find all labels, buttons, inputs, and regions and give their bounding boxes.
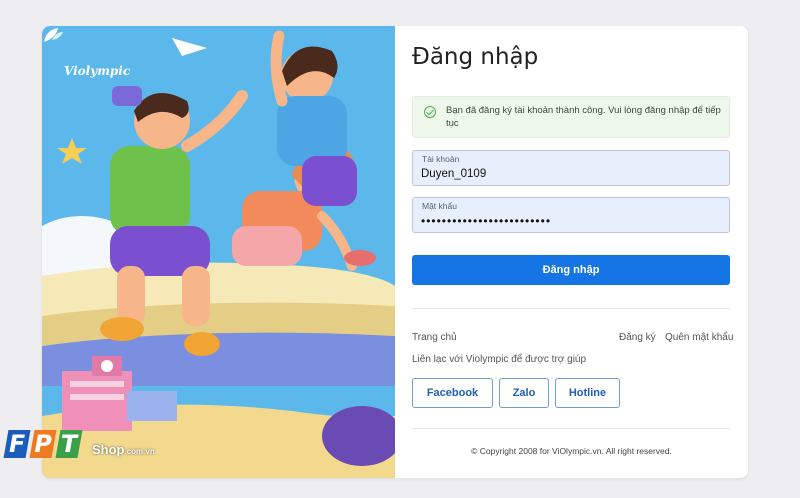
username-label: Tài khoản: [422, 154, 460, 164]
violympic-logo: Violympic: [64, 64, 131, 78]
password-input[interactable]: [421, 213, 721, 229]
username-field[interactable]: Tài khoản: [412, 150, 730, 186]
illustration-panel: Violympic: [42, 26, 395, 478]
login-card: Violympic Đăng nhập Bạn đã đăng ký tài k…: [42, 26, 748, 478]
login-button[interactable]: Đăng nhập: [412, 255, 730, 285]
username-input[interactable]: [421, 166, 721, 182]
watermark-domain: .com.vn: [124, 447, 155, 456]
login-form-panel: Đăng nhập Bạn đã đăng ký tài khoản thành…: [395, 26, 748, 478]
help-text: Liên lạc với Violympic để được trợ giúp: [412, 354, 587, 365]
footer-divider: [412, 428, 730, 429]
password-label: Mật khẩu: [422, 201, 457, 211]
success-alert: Bạn đã đăng ký tài khoản thành công. Vui…: [412, 96, 730, 138]
watermark-shop: Shop: [92, 442, 125, 457]
forgot-password-link[interactable]: Quên mật khẩu: [665, 332, 733, 343]
check-circle-icon: [424, 106, 436, 118]
kids-illustration: [42, 30, 395, 478]
home-link[interactable]: Trang chủ: [412, 332, 457, 343]
page-title: Đăng nhập: [412, 44, 539, 70]
watermark-letter-f: F: [3, 430, 31, 458]
copyright-text: © Copyright 2008 for ViOlympic.vn. All r…: [471, 446, 672, 456]
register-link[interactable]: Đăng ký: [619, 332, 656, 343]
success-message: Bạn đã đăng ký tài khoản thành công. Vui…: [446, 105, 721, 129]
password-field[interactable]: Mật khẩu: [412, 197, 730, 233]
logo-leaf-icon: [44, 28, 63, 42]
zalo-button[interactable]: Zalo: [499, 378, 549, 408]
facebook-button[interactable]: Facebook: [412, 378, 493, 408]
divider: [412, 308, 730, 309]
watermark-shop-text: Shop.com.vn: [92, 442, 155, 457]
hotline-button[interactable]: Hotline: [555, 378, 620, 408]
